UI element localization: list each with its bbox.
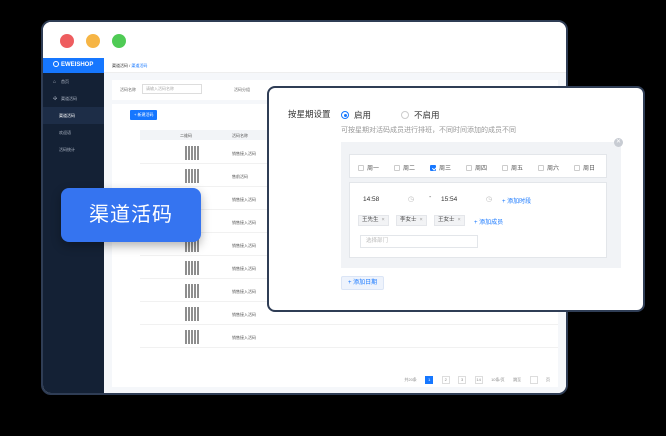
sidebar-item-channel-code[interactable]: ✣ 渠道活码 [43,90,104,107]
qr-code-image [185,261,199,275]
schedule-settings-window: 按星期设置 启用 不启用 可按星期对活码成员进行排班，不同时间添加的成员不同 周… [267,86,645,312]
qr-code-image [185,146,199,160]
remove-icon[interactable]: × [458,217,461,223]
code-name-cell: 销售接入活码 [232,335,256,340]
qr-code-image [185,284,199,298]
table-row[interactable]: 销售接入活码 [140,326,558,348]
maximize-window-dot[interactable] [112,34,126,48]
name-filter-label: 活码名称 [120,87,136,92]
code-name-cell: 销售接入活码 [232,197,256,202]
pager-goto-input[interactable] [529,375,538,384]
time-slot-block: 14:58 ◷ - 15:54 ◷ + 添加时段 王先生 × 李女士 × 王女士 × + 添加… [349,182,607,258]
pager-page[interactable]: 3 [458,375,467,384]
radio-unchecked-icon [401,111,409,119]
qr-code-image [185,307,199,321]
weekday-selector: 周一 周二 周三 周四 周五 周六 周日 [349,154,607,178]
department-select[interactable]: 选择部门 [360,235,478,248]
start-time-input[interactable]: 14:58 ◷ [358,193,416,206]
home-icon: ⌂ [53,79,57,85]
disable-radio[interactable]: 不启用 [401,109,440,121]
pager-goto-label: 跳至 [513,376,522,382]
weekday-setting-label: 按星期设置 [288,109,331,119]
add-date-button[interactable]: + 添加日期 [341,276,385,290]
weekday-checkbox[interactable]: 周五 [502,163,523,172]
breadcrumb: 渠道活码 / 渠道活码 [104,58,566,73]
weekday-checkbox[interactable]: 周日 [574,163,595,172]
pager-size-select[interactable]: 10条/页 [491,377,505,383]
setting-hint: 可按星期对活码成员进行排班，不同时间添加的成员不同 [341,127,516,134]
code-name-cell: 销售接入活码 [232,266,256,271]
close-icon[interactable]: ✕ [614,138,623,147]
clock-icon: ◷ [407,196,414,203]
weekday-checkbox[interactable]: 周二 [394,163,415,172]
time-separator: - [429,194,432,201]
pager-total: 共20条 [404,376,417,382]
pager-page[interactable]: 14 [474,375,483,384]
checkbox-unchecked-icon [538,165,544,171]
minimize-window-dot[interactable] [86,34,100,48]
weekday-checkbox[interactable]: 周三 [430,163,451,172]
name-filter-input[interactable]: 请输入活码名称 [142,84,202,94]
pager-page[interactable]: 2 [441,375,450,384]
code-name-cell: 销售接入活码 [232,243,256,248]
checkbox-unchecked-icon [502,165,508,171]
pager-goto-suffix: 页 [546,376,550,382]
sidebar-item-channel-code-sub[interactable]: 渠道活码 [43,107,104,124]
schedule-config-block: 周一 周二 周三 周四 周五 周六 周日 14:58 ◷ - 15:54 ◷ + 添加时段 王先… [341,142,621,268]
close-window-dot[interactable] [60,34,74,48]
app-logo: EWEISHOP [43,58,104,73]
weekday-checkbox[interactable]: 周四 [466,163,487,172]
remove-icon[interactable]: × [420,217,423,223]
pagination: 共20条 1 2 3 14 10条/页 跳至 页 [400,371,550,384]
checkbox-unchecked-icon [466,165,472,171]
sidebar-item-welcome[interactable]: 欢迎语 [43,124,104,141]
weekday-checkbox[interactable]: 周一 [358,163,379,172]
logo-icon [53,61,59,68]
column-header: 活码名称 [232,133,248,138]
checkbox-unchecked-icon [358,165,364,171]
checkbox-checked-icon [430,165,436,171]
remove-icon[interactable]: × [382,217,385,223]
checkbox-unchecked-icon [394,165,400,171]
weekday-checkbox[interactable]: 周六 [538,163,559,172]
end-time-input[interactable]: 15:54 ◷ [436,193,494,206]
clock-icon: ◷ [485,196,492,203]
sidebar-item-stats[interactable]: 活码统计 [43,141,104,158]
column-header: 二维码 [180,133,192,138]
enable-radio[interactable]: 启用 [341,109,371,121]
new-code-button[interactable]: + 新建活码 [130,110,158,120]
qr-code-image [185,330,199,344]
feature-badge: 渠道活码 [61,188,201,242]
code-name-cell: 销售接入活码 [232,289,256,294]
radio-checked-icon [341,111,349,119]
window-titlebar [43,22,566,56]
add-time-slot-link[interactable]: + 添加时段 [502,196,531,205]
pager-page[interactable]: 1 [425,375,434,384]
qr-code-image [185,169,199,183]
member-chip[interactable]: 王女士 × [434,215,465,226]
member-chip[interactable]: 李女士 × [396,215,427,226]
code-name-cell: 销售接入活码 [232,312,256,317]
member-chip[interactable]: 王先生 × [358,215,389,226]
code-name-cell: 售前活码 [232,174,248,179]
code-name-cell: 销售接入活码 [232,220,256,225]
group-filter-label: 活码分组 [234,87,250,92]
sidebar-item-home[interactable]: ⌂ 首页 [43,73,104,90]
add-member-link[interactable]: + 添加成员 [474,217,503,226]
checkbox-unchecked-icon [574,165,580,171]
grid-icon: ✣ [53,96,58,102]
code-name-cell: 销售接入活码 [232,151,256,156]
